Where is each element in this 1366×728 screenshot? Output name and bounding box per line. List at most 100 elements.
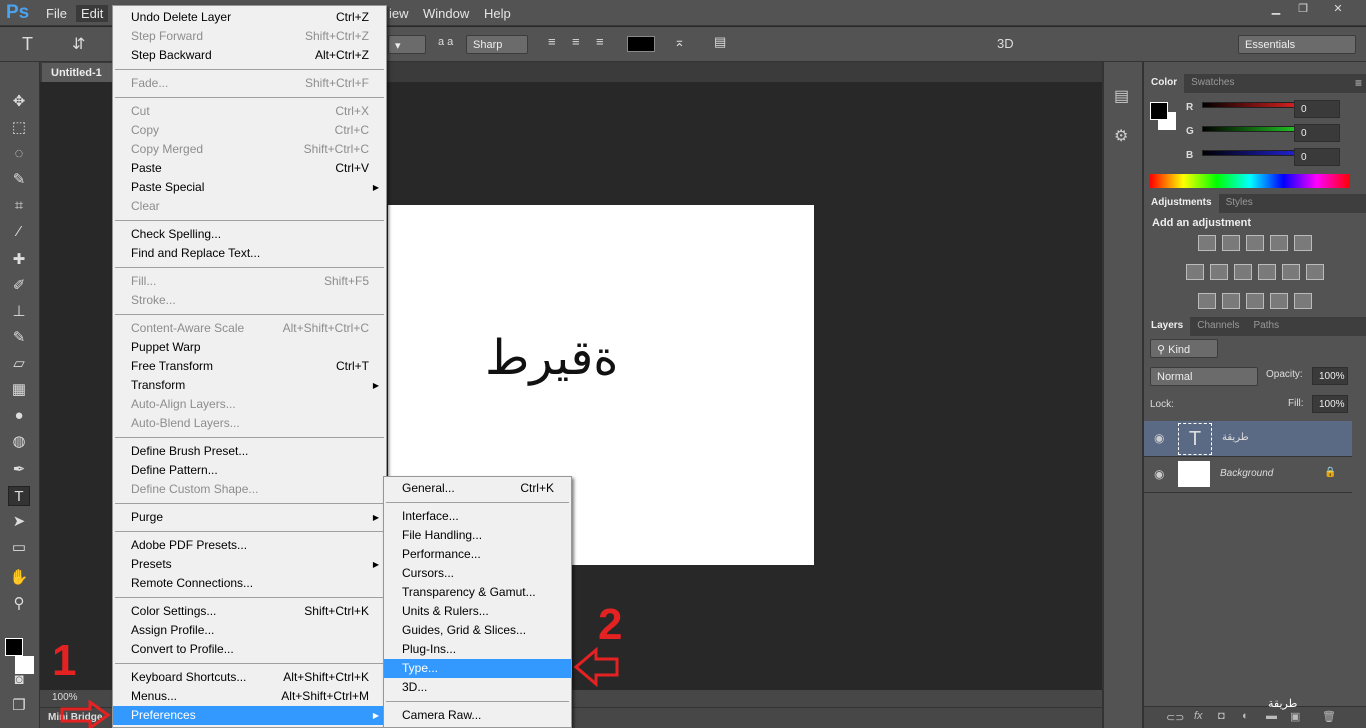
menu-item-color-settings[interactable]: Color Settings... Shift+Ctrl+K — [113, 602, 386, 621]
menu-edit[interactable]: Edit — [76, 5, 109, 22]
tab-color[interactable]: Color — [1144, 74, 1185, 93]
blur-tool-icon[interactable]: ● — [8, 406, 30, 426]
channel-mixer-icon[interactable] — [1282, 264, 1300, 280]
menu-item-step-backward[interactable]: Step Backward Alt+Ctrl+Z — [113, 46, 386, 65]
path-select-tool-icon[interactable]: ➤ — [8, 512, 30, 532]
document-tab[interactable]: Untitled-1 — [42, 63, 122, 82]
toggle-orientation-icon[interactable]: ⇵ — [72, 34, 85, 54]
menu-file[interactable]: File — [41, 5, 72, 22]
zoom-tool-icon[interactable]: ⚲ — [8, 594, 30, 614]
menu-item-paste-special[interactable]: Paste Special ▶ — [113, 178, 386, 197]
quick-mask-icon[interactable]: ◙ — [8, 670, 30, 690]
link-layers-icon[interactable]: ⊂⊃ — [1166, 711, 1184, 724]
quick-select-tool-icon[interactable]: ✎ — [8, 170, 30, 190]
foreground-color-swatch[interactable] — [1150, 102, 1168, 120]
menu-view[interactable]: iew — [384, 5, 414, 22]
menu-item-undo-delete-layer[interactable]: Undo Delete Layer Ctrl+Z — [113, 8, 386, 27]
font-size-select[interactable]: ▾ — [388, 35, 426, 54]
invert-icon[interactable] — [1198, 293, 1216, 309]
curves-icon[interactable] — [1246, 235, 1264, 251]
menu-item-paste[interactable]: Paste Ctrl+V — [113, 159, 386, 178]
healing-tool-icon[interactable]: ✚ — [8, 250, 30, 270]
menu-item-transform[interactable]: Transform ▶ — [113, 376, 386, 395]
screen-mode-icon[interactable]: ❐ — [8, 696, 30, 716]
layer-name[interactable]: طريقة — [1222, 432, 1249, 443]
character-panel-icon[interactable]: ▤ — [714, 34, 726, 50]
menu-item-define-pattern[interactable]: Define Pattern... — [113, 461, 386, 480]
menu-item-remote-connections[interactable]: Remote Connections... — [113, 574, 386, 593]
foreground-color-swatch[interactable] — [5, 638, 23, 656]
tab-adjustments[interactable]: Adjustments — [1144, 194, 1219, 213]
vibrance-icon[interactable] — [1294, 235, 1312, 251]
align-right-icon[interactable]: ≡ — [596, 34, 604, 49]
history-panel-icon[interactable]: ▤ — [1114, 86, 1129, 106]
menu-window[interactable]: Window — [418, 5, 474, 22]
layer-filter-select[interactable]: ⚲ Kind — [1150, 339, 1218, 358]
layer-row-text[interactable]: ◉ T طريقة — [1144, 421, 1352, 457]
align-center-icon[interactable]: ≡ — [572, 34, 580, 49]
menu-item-define-brush-preset[interactable]: Define Brush Preset... — [113, 442, 386, 461]
blend-mode-select[interactable]: Normal — [1150, 367, 1258, 386]
brush-tool-icon[interactable]: ✐ — [8, 276, 30, 296]
gradient-tool-icon[interactable]: ▦ — [8, 380, 30, 400]
menu-item-keyboard-shortcuts[interactable]: Keyboard Shortcuts... Alt+Shift+Ctrl+K — [113, 668, 386, 687]
menu-item-guides-grid-slices[interactable]: Guides, Grid & Slices... — [384, 621, 571, 640]
maximize-button[interactable]: ❐ — [1291, 2, 1315, 18]
minimize-button[interactable]: ▁ — [1264, 2, 1288, 18]
menu-item-3d[interactable]: 3D... — [384, 678, 571, 697]
opacity-input[interactable]: 100% — [1312, 367, 1348, 385]
warp-text-icon[interactable]: ⌅ — [674, 34, 685, 50]
gradient-map-icon[interactable] — [1294, 293, 1312, 309]
text-color-swatch[interactable] — [627, 36, 655, 52]
tab-channels[interactable]: Channels — [1190, 317, 1246, 336]
align-left-icon[interactable]: ≡ — [548, 34, 556, 49]
channel-g-slider[interactable] — [1202, 126, 1296, 132]
color-lookup-icon[interactable] — [1306, 264, 1324, 280]
menu-item-plug-ins[interactable]: Plug-Ins... — [384, 640, 571, 659]
menu-item-presets[interactable]: Presets ▶ — [113, 555, 386, 574]
antialias-select[interactable]: Sharp — [466, 35, 528, 54]
canvas-text-layer[interactable]: طريقة — [485, 330, 618, 386]
exposure-icon[interactable] — [1270, 235, 1288, 251]
fx-icon[interactable]: fx — [1194, 710, 1203, 722]
menu-item-adobe-pdf-presets[interactable]: Adobe PDF Presets... — [113, 536, 386, 555]
layer-row-background[interactable]: ◉ Background 🔒 — [1144, 457, 1352, 493]
shape-tool-icon[interactable]: ▭ — [8, 538, 30, 558]
fill-input[interactable]: 100% — [1312, 395, 1348, 413]
menu-item-interface[interactable]: Interface... — [384, 507, 571, 526]
panel-menu-icon[interactable]: ≡ — [1355, 76, 1362, 90]
menu-item-cursors[interactable]: Cursors... — [384, 564, 571, 583]
menu-item-type[interactable]: Type... — [384, 659, 571, 678]
stamp-tool-icon[interactable]: ⊥ — [8, 302, 30, 322]
tab-swatches[interactable]: Swatches — [1184, 74, 1241, 93]
menu-item-transparency-gamut[interactable]: Transparency & Gamut... — [384, 583, 571, 602]
delete-layer-icon[interactable]: 🗑 — [1322, 710, 1336, 723]
color-spectrum-ramp[interactable] — [1150, 174, 1350, 188]
menu-item-performance[interactable]: Performance... — [384, 545, 571, 564]
channel-g-value[interactable]: 0 — [1294, 124, 1340, 142]
add-mask-icon[interactable]: ◘ — [1218, 710, 1225, 722]
pen-tool-icon[interactable]: ✒ — [8, 460, 30, 480]
color-balance-icon[interactable] — [1210, 264, 1228, 280]
eyedropper-tool-icon[interactable]: ⁄ — [8, 222, 30, 242]
menu-item-camera-raw[interactable]: Camera Raw... — [384, 706, 571, 725]
crop-tool-icon[interactable]: ⌗ — [8, 196, 30, 216]
properties-panel-icon[interactable]: ⚙ — [1114, 126, 1128, 146]
hue-saturation-icon[interactable] — [1186, 264, 1204, 280]
channel-b-slider[interactable] — [1202, 150, 1296, 156]
photo-filter-icon[interactable] — [1258, 264, 1276, 280]
new-group-icon[interactable]: ▬ — [1266, 710, 1277, 722]
new-layer-icon[interactable]: ▣ — [1290, 710, 1300, 723]
type-tool-icon[interactable]: T — [22, 34, 33, 55]
dodge-tool-icon[interactable]: ◍ — [8, 432, 30, 452]
layer-name[interactable]: Background — [1220, 468, 1273, 479]
move-tool-icon[interactable]: ✥ — [8, 92, 30, 112]
black-white-icon[interactable] — [1234, 264, 1252, 280]
menu-item-units-rulers[interactable]: Units & Rulers... — [384, 602, 571, 621]
menu-item-convert-to-profile[interactable]: Convert to Profile... — [113, 640, 386, 659]
channel-b-value[interactable]: 0 — [1294, 148, 1340, 166]
lasso-tool-icon[interactable]: ◌ — [8, 144, 30, 164]
type-tool-icon[interactable]: T — [8, 486, 30, 506]
brightness-icon[interactable] — [1198, 235, 1216, 251]
levels-icon[interactable] — [1222, 235, 1240, 251]
